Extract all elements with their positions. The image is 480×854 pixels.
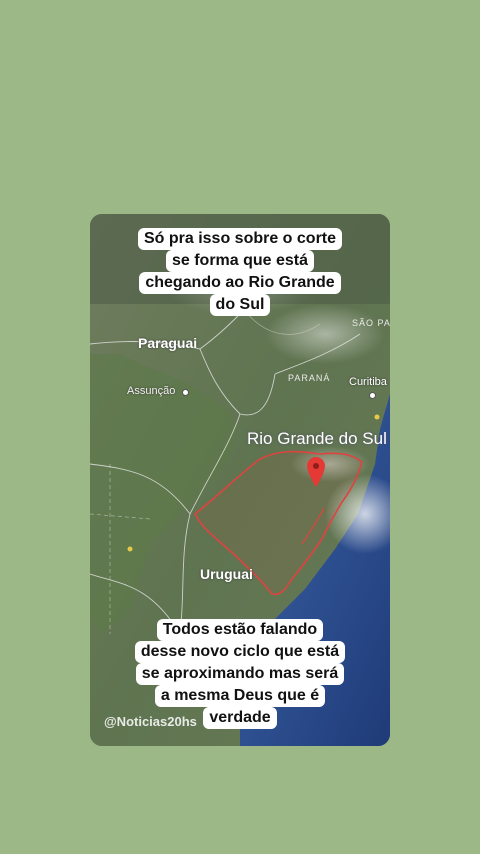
caption-top: Só pra isso sobre o corte se forma que e… xyxy=(90,228,390,316)
caption-bottom-line: verdade xyxy=(203,707,277,729)
caption-bottom: Todos estão falando desse novo ciclo que… xyxy=(90,619,390,729)
label-paraguai: Paraguai xyxy=(138,335,198,351)
caption-top-line: se forma que está xyxy=(165,250,315,272)
label-assuncao: Assunção xyxy=(127,385,176,397)
caption-bottom-line: Todos estão falando xyxy=(156,619,324,641)
caption-bottom-line: se aproximando mas será xyxy=(135,663,345,685)
caption-top-line: chegando ao Rio Grande xyxy=(139,272,341,294)
city-dot-curitiba xyxy=(369,392,376,399)
label-sao-paulo: SÃO PAU xyxy=(352,318,390,328)
caption-bottom-line: a mesma Deus que é xyxy=(154,685,326,707)
caption-top-line: Só pra isso sobre o corte xyxy=(137,228,343,250)
caption-bottom-line: desse novo ciclo que está xyxy=(134,641,346,663)
label-parana: PARANÁ xyxy=(288,373,331,383)
video-card: Paraguai Uruguai Assunção Curitiba PARAN… xyxy=(90,214,390,746)
label-uruguai: Uruguai xyxy=(200,566,253,582)
label-curitiba: Curitiba xyxy=(349,376,387,388)
caption-top-line: do Sul xyxy=(209,294,271,316)
location-pin-icon xyxy=(307,457,325,487)
label-rio-grande-do-sul: Rio Grande do Sul xyxy=(247,429,387,448)
city-dot-assuncao xyxy=(182,389,189,396)
